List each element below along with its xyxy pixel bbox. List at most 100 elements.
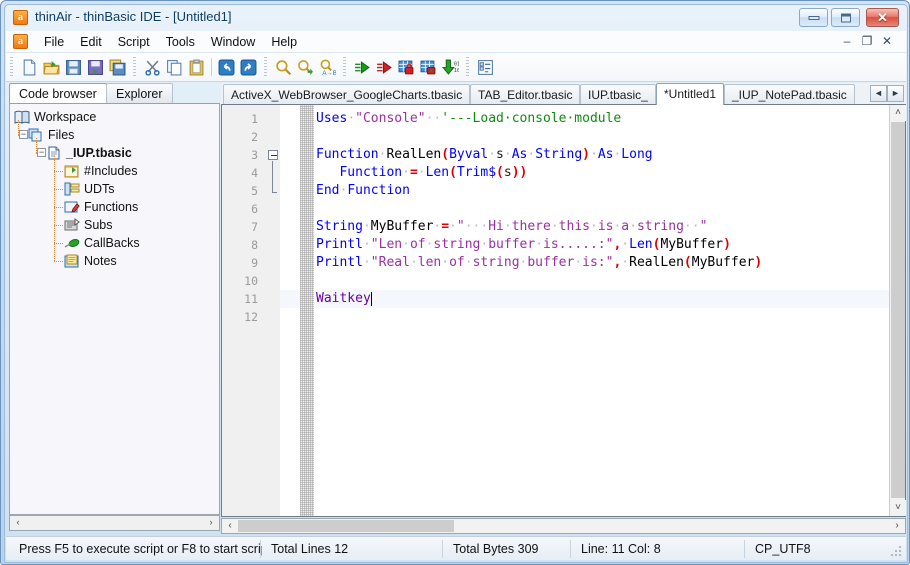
- code-token: ·: [362, 219, 371, 234]
- menu-window[interactable]: Window: [203, 33, 263, 51]
- line-number: 7: [251, 220, 258, 234]
- code-browser-tab-code-browser[interactable]: Code browser: [9, 83, 107, 103]
- notes-folder-icon: [64, 254, 80, 268]
- paste-button[interactable]: [186, 57, 208, 78]
- open-file-button[interactable]: [41, 57, 63, 78]
- stop-script-button[interactable]: [374, 57, 396, 78]
- status-divider: [744, 540, 745, 558]
- menu-file[interactable]: File: [36, 33, 72, 51]
- code-token: ·: [589, 219, 598, 234]
- tree-item-label: #Includes: [84, 164, 138, 178]
- tree-item-includes[interactable]: #Includes: [64, 162, 138, 180]
- redo-button[interactable]: [238, 57, 260, 78]
- scroll-down-arrow-icon[interactable]: ˅: [890, 500, 906, 516]
- tree-item-workspace[interactable]: Workspace: [14, 108, 96, 126]
- options-button[interactable]: [475, 57, 497, 78]
- toolbar-grip[interactable]: [343, 57, 346, 77]
- status-divider: [442, 540, 443, 558]
- menu-edit[interactable]: Edit: [72, 33, 110, 51]
- tree-connector: [54, 243, 64, 244]
- code-text-area[interactable]: Uses·"Console"··'---Load·console·module F…: [314, 105, 905, 516]
- code-editor[interactable]: 1 2 3 4 5 6 7 8 9 10 11 12 Uses·"Console"··'---Load…: [221, 104, 906, 517]
- vertical-scroll-thumb[interactable]: [891, 122, 905, 498]
- editor-tab-3[interactable]: *Untitled1: [656, 83, 724, 105]
- code-token: ·: [417, 165, 426, 180]
- tab-scroll-right-button[interactable]: ►: [887, 85, 904, 102]
- tree-item-notes[interactable]: Notes: [64, 252, 117, 270]
- code-token: MyBuffer: [660, 237, 724, 252]
- fold-collapse-icon[interactable]: [268, 150, 278, 160]
- editor-vertical-scrollbar[interactable]: ˄ ˅: [889, 105, 906, 516]
- tree-expander[interactable]: −: [37, 148, 46, 157]
- copy-button[interactable]: [164, 57, 186, 78]
- run-script-button[interactable]: [352, 57, 374, 78]
- hscroll-right-arrow-icon[interactable]: ›: [890, 519, 904, 533]
- undo-button[interactable]: [216, 57, 238, 78]
- tree-item-iuptbasic[interactable]: _IUP.tbasic: [46, 144, 132, 162]
- download-button[interactable]: 0110: [440, 57, 462, 78]
- menu-tools[interactable]: Tools: [158, 33, 203, 51]
- tab-scroll-buttons: ◄ ►: [870, 85, 904, 102]
- debug-button[interactable]: [396, 57, 418, 78]
- tree-item-subs[interactable]: Subs: [64, 216, 113, 234]
- debug-run-button[interactable]: [418, 57, 440, 78]
- tree-item-functions[interactable]: Functions: [64, 198, 138, 216]
- window-minimize-button[interactable]: [799, 8, 828, 27]
- mdi-close-button[interactable]: ✕: [878, 33, 896, 50]
- scroll-left-arrow-icon[interactable]: ‹: [11, 516, 25, 530]
- editor-tab-4[interactable]: _IUP_NotePad.tbasic: [724, 84, 855, 104]
- mdi-minimize-button[interactable]: –: [838, 33, 856, 50]
- tree-item-files[interactable]: Files: [28, 126, 74, 144]
- code-token: =: [441, 219, 450, 234]
- magnifier-icon: [275, 59, 292, 76]
- code-token: ·: [503, 147, 512, 162]
- code-browser-hscrollbar[interactable]: ‹ ›: [9, 515, 220, 531]
- replace-button[interactable]: A→B: [317, 57, 339, 78]
- fold-margin[interactable]: [266, 105, 280, 516]
- code-token: "Real: [370, 255, 410, 270]
- save-button[interactable]: [63, 57, 85, 78]
- editor-tab-1[interactable]: TAB_Editor.tbasic: [470, 84, 580, 104]
- code-token: string: [636, 219, 684, 234]
- menu-help[interactable]: Help: [263, 33, 305, 51]
- scroll-right-arrow-icon[interactable]: ›: [204, 516, 218, 530]
- code-browser-tree[interactable]: Workspace − Files − _IUP.tbasic #Includes UDTs…: [9, 103, 220, 515]
- toolbar-grip[interactable]: [264, 57, 267, 77]
- find-next-button[interactable]: [295, 57, 317, 78]
- code-token: ··: [425, 111, 442, 126]
- window-close-button[interactable]: ✕: [866, 8, 899, 27]
- scroll-up-arrow-icon[interactable]: ˄: [890, 105, 906, 121]
- code-browser-tabs: Code browser Explorer: [7, 83, 220, 103]
- horizontal-scroll-thumb[interactable]: [238, 520, 454, 532]
- tab-scroll-left-button[interactable]: ◄: [870, 85, 887, 102]
- toolbar-grip[interactable]: [10, 57, 13, 77]
- code-token: Function: [347, 183, 410, 198]
- menu-script[interactable]: Script: [110, 33, 158, 51]
- code-token: ···: [464, 219, 489, 234]
- hscroll-left-arrow-icon[interactable]: ‹: [223, 519, 237, 533]
- new-file-button[interactable]: [19, 57, 41, 78]
- tree-item-label: Subs: [84, 218, 113, 232]
- code-token: MyBuffer: [691, 255, 755, 270]
- code-token: ·: [574, 255, 583, 270]
- editor-tab-2[interactable]: IUP.tbasic_: [580, 84, 656, 104]
- tree-item-callbacks[interactable]: CallBacks: [64, 234, 140, 252]
- save-as-button[interactable]: [85, 57, 107, 78]
- tree-expander[interactable]: −: [19, 130, 28, 139]
- window-maximize-button[interactable]: [831, 8, 860, 27]
- code-token: ": [699, 219, 708, 234]
- toolbar-grip[interactable]: [466, 57, 469, 77]
- cut-button[interactable]: [142, 57, 164, 78]
- save-as-icon: [87, 59, 104, 76]
- tree-item-udts[interactable]: UDTs: [64, 180, 115, 198]
- application-window: a thinAir - thinBasic IDE - [Untitled1] …: [0, 0, 910, 565]
- toolbar-grip[interactable]: [133, 57, 136, 77]
- code-browser-tab-explorer[interactable]: Explorer: [106, 83, 173, 103]
- editor-tab-0[interactable]: ActiveX_WebBrowser_GoogleCharts.tbasic: [223, 84, 470, 104]
- code-browser-panel: Code browser Explorer Workspace − Files − _IU…: [7, 83, 220, 533]
- mdi-restore-button[interactable]: ❐: [858, 33, 876, 50]
- find-button[interactable]: [273, 57, 295, 78]
- save-all-button[interactable]: [107, 57, 129, 78]
- editor-horizontal-scrollbar[interactable]: ‹ ›: [221, 518, 906, 534]
